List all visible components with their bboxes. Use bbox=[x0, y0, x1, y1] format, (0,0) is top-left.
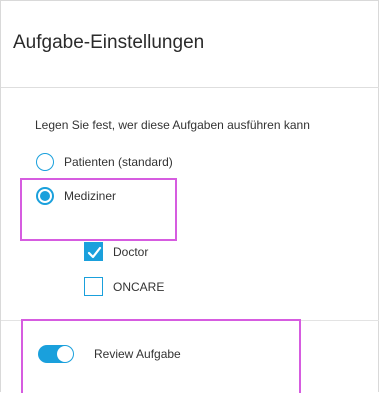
panel-header: Aufgabe-Einstellungen bbox=[1, 1, 379, 88]
checkmark-icon bbox=[87, 246, 102, 259]
page-title: Aufgabe-Einstellungen bbox=[13, 32, 205, 53]
checkbox-doctor[interactable]: Doctor bbox=[84, 242, 148, 261]
checkbox-doctor-label: Doctor bbox=[113, 244, 149, 259]
radio-patienten-label: Patienten (standard) bbox=[64, 155, 173, 169]
assignee-prompt: Legen Sie fest, wer diese Aufgaben ausfü… bbox=[35, 118, 310, 132]
radio-patienten-control[interactable] bbox=[36, 153, 54, 171]
radio-patienten[interactable]: Patienten (standard) bbox=[36, 153, 173, 171]
checkbox-oncare-control[interactable] bbox=[84, 277, 103, 296]
checkbox-oncare-label: ONCARE bbox=[113, 279, 165, 294]
checkbox-oncare[interactable]: ONCARE bbox=[84, 277, 164, 296]
checkbox-doctor-control[interactable] bbox=[84, 242, 103, 261]
highlight-box-review bbox=[21, 319, 301, 393]
highlight-box-mediziner bbox=[20, 178, 177, 241]
settings-panel: Aufgabe-Einstellungen Legen Sie fest, we… bbox=[0, 0, 379, 393]
